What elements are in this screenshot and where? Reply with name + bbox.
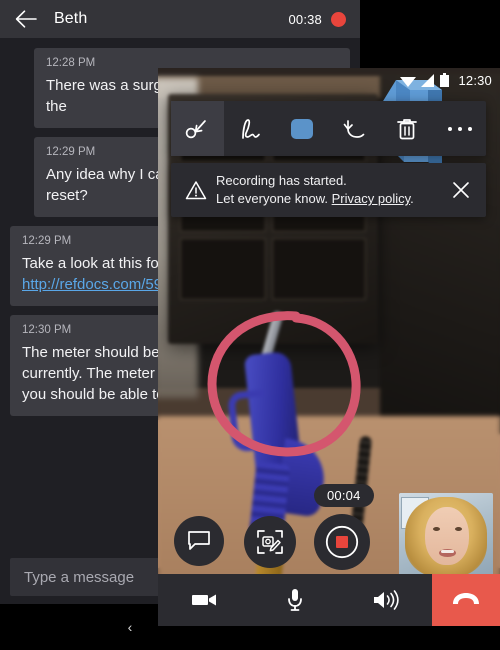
battery-icon	[440, 73, 450, 87]
recording-banner-line2-prefix: Let everyone know.	[216, 191, 332, 206]
annotate-capture-button[interactable]	[244, 516, 296, 568]
close-icon	[452, 181, 470, 199]
recording-notification-banner: Recording has started. Let everyone know…	[171, 163, 486, 217]
microphone-icon	[286, 588, 304, 612]
app-root: Beth 00:38 12:28 PM There was a surge in…	[0, 0, 500, 650]
wifi-icon	[400, 74, 417, 87]
self-view-thumbnail[interactable]	[399, 493, 493, 577]
speaker-icon	[373, 590, 399, 610]
close-banner-button[interactable]	[446, 181, 476, 199]
back-arrow-icon[interactable]	[14, 7, 38, 31]
undo-icon	[343, 117, 367, 141]
capture-controls-row: 00:04	[158, 484, 500, 577]
message-input-placeholder: Type a message	[24, 568, 135, 586]
color-swatch-icon	[290, 117, 314, 141]
trash-icon	[396, 117, 418, 141]
hangup-call-button[interactable]	[432, 574, 500, 626]
recording-banner-text: Recording has started. Let everyone know…	[210, 172, 446, 208]
open-chat-button[interactable]	[174, 516, 224, 566]
chat-header: Beth 00:38	[0, 0, 360, 38]
cell-signal-icon	[421, 73, 435, 87]
system-back-button[interactable]: ‹	[128, 620, 133, 634]
annotation-toolbar	[171, 101, 486, 156]
delete-annotations-button[interactable]	[381, 101, 434, 156]
android-status-bar: 12:30	[158, 68, 500, 92]
annotate-capture-icon	[256, 529, 284, 555]
chat-contact-name: Beth	[54, 10, 88, 27]
toggle-speaker-button[interactable]	[341, 590, 432, 610]
recording-banner-line1: Recording has started.	[216, 173, 347, 188]
stop-recording-button[interactable]	[314, 514, 370, 570]
recording-banner-line2-suffix: .	[410, 191, 414, 206]
call-bottom-strip	[158, 626, 500, 650]
lasso-select-icon	[184, 117, 210, 141]
pen-tool-button[interactable]	[224, 101, 277, 156]
toggle-camera-button[interactable]	[158, 592, 249, 608]
lasso-select-tool-button[interactable]	[171, 101, 224, 156]
pen-icon	[236, 117, 264, 141]
undo-button[interactable]	[329, 101, 382, 156]
pink-circle-annotation	[204, 308, 364, 460]
video-call-overlay: 12:30 Recording has started. Let everyon…	[158, 68, 500, 650]
toggle-microphone-button[interactable]	[249, 588, 340, 612]
status-bar-clock: 12:30	[458, 72, 492, 88]
record-dot-icon	[331, 11, 346, 27]
hangup-phone-icon	[451, 592, 481, 608]
capture-timer: 00:04	[314, 484, 374, 507]
warning-triangle-icon	[182, 180, 210, 200]
call-duration: 00:38	[288, 11, 322, 27]
stop-record-icon	[325, 525, 359, 559]
color-swatch-button[interactable]	[276, 101, 329, 156]
call-control-bar	[158, 574, 500, 626]
privacy-policy-link[interactable]: Privacy policy	[332, 191, 411, 206]
more-horizontal-icon	[447, 125, 473, 133]
more-tools-button[interactable]	[434, 101, 487, 156]
video-camera-icon	[191, 592, 217, 608]
chat-bubble-icon	[187, 530, 211, 552]
recording-banner-line2: Let everyone know. Privacy policy.	[216, 190, 446, 208]
